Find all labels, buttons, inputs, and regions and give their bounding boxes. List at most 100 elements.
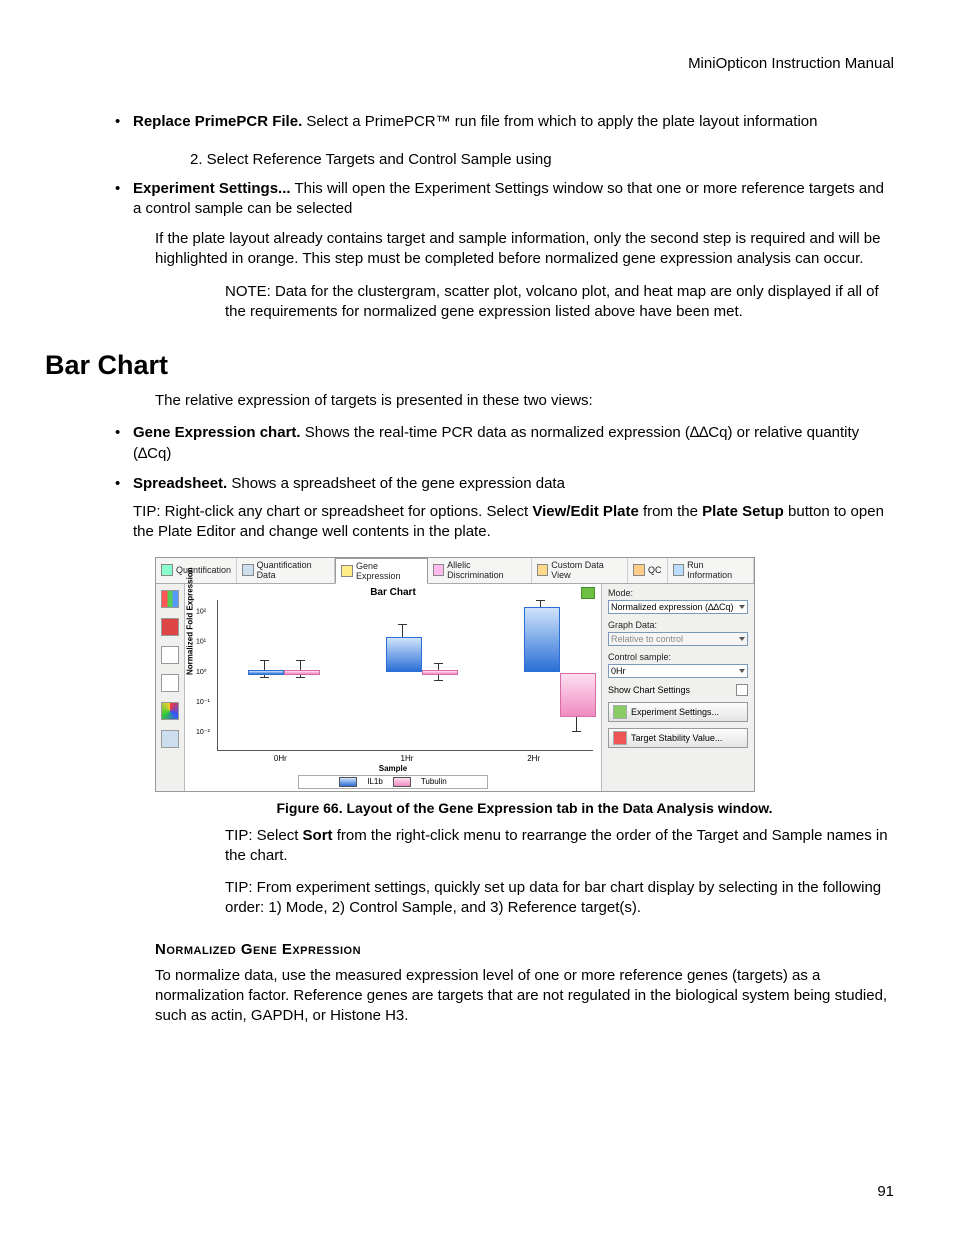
control-sample-select[interactable]: 0Hr — [608, 664, 748, 678]
bar-il1b-1hr — [386, 637, 422, 672]
tabstrip: Quantification Quantification Data Gene … — [156, 558, 754, 584]
gear-icon — [613, 705, 627, 719]
tab-quantification-label: Quantification — [176, 565, 231, 575]
header-manual-title: MiniOpticon Instruction Manual — [115, 55, 894, 72]
bullet-spreadsheet: Spreadsheet. Shows a spreadsheet of the … — [115, 474, 894, 543]
scatter-tool-icon[interactable] — [161, 646, 179, 664]
xtick: 0Hr — [274, 754, 287, 763]
chart-legend: IL1b Tubulin — [298, 775, 488, 789]
chart-area: Bar Chart Normalized Fold Expression 10²… — [184, 584, 602, 791]
side-panel: Mode: Normalized expression (∆∆Cq) Graph… — [602, 584, 754, 791]
tip-experiment-settings-order: TIP: From experiment settings, quickly s… — [225, 878, 894, 919]
tab-qc[interactable]: QC — [628, 558, 668, 583]
tip2b: Sort — [303, 827, 333, 844]
experiment-settings-button[interactable]: Experiment Settings... — [608, 702, 748, 722]
show-chart-settings-label: Show Chart Settings — [608, 685, 690, 695]
graph-data-label: Graph Data: — [608, 620, 748, 630]
tab-allelic-discrimination[interactable]: Allelic Discrimination — [428, 558, 532, 583]
error-bar — [264, 660, 265, 678]
data-analysis-window: Quantification Quantification Data Gene … — [155, 557, 755, 792]
bar-tubulin-1hr — [422, 670, 458, 675]
barchart-intro: The relative expression of targets is pr… — [155, 391, 894, 411]
ss-text: Shows a spreadsheet of the gene expressi… — [227, 475, 565, 492]
bullet-gene-expression-chart: Gene Expression chart. Shows the real-ti… — [115, 423, 894, 464]
control-sample-label: Control sample: — [608, 652, 748, 662]
tab-quantification-data[interactable]: Quantification Data — [237, 558, 335, 583]
exp-bold: Experiment Settings... — [133, 180, 291, 197]
ytick: 10⁻² — [196, 728, 210, 736]
chevron-down-icon — [739, 605, 745, 609]
tip1c: from the — [639, 503, 702, 520]
tab-allelic-discrimination-label: Allelic Discrimination — [447, 560, 526, 580]
target-icon — [613, 731, 627, 745]
heatmap-tool-icon[interactable] — [161, 702, 179, 720]
xtick: 1Hr — [401, 754, 414, 763]
tip1d: Plate Setup — [702, 503, 784, 520]
clustergram-tool-icon[interactable] — [161, 618, 179, 636]
chart-title: Bar Chart — [370, 587, 416, 598]
table-icon — [242, 564, 254, 576]
legend-swatch-blue — [339, 777, 357, 787]
custom-icon — [537, 564, 549, 576]
tab-run-information[interactable]: Run Information — [668, 558, 754, 583]
tab-custom-data-view-label: Custom Data View — [551, 560, 622, 580]
legend-il1b: IL1b — [367, 777, 383, 786]
mode-value: Normalized expression (∆∆Cq) — [611, 602, 734, 612]
bar-chart-plot[interactable]: Normalized Fold Expression 10² 10¹ 10⁰ 1… — [217, 600, 593, 751]
mode-label: Mode: — [608, 588, 748, 598]
bar-il1b-2hr — [524, 607, 560, 672]
replace-bold: Replace PrimePCR File. — [133, 113, 302, 130]
tab-quantification-data-label: Quantification Data — [257, 560, 330, 580]
legend-tubulin: Tubulin — [421, 777, 447, 786]
tip1a: TIP: Right-click any chart or spreadshee… — [133, 503, 532, 520]
control-sample-value: 0Hr — [611, 666, 626, 676]
tab-run-information-label: Run Information — [687, 560, 748, 580]
figure-caption: Figure 66. Layout of the Gene Expression… — [155, 800, 894, 816]
graph-data-select[interactable]: Relative to control — [608, 632, 748, 646]
mode-select[interactable]: Normalized expression (∆∆Cq) — [608, 600, 748, 614]
chevron-down-icon — [739, 669, 745, 673]
tab-gene-expression[interactable]: Gene Expression — [335, 558, 427, 584]
tip-sort: TIP: Select Sort from the right-click me… — [225, 826, 894, 867]
experiment-settings-label: Experiment Settings... — [631, 707, 719, 717]
scatter-icon — [433, 564, 445, 576]
gec-bold: Gene Expression chart. — [133, 424, 301, 441]
tab-custom-data-view[interactable]: Custom Data View — [532, 558, 628, 583]
chart-toolbar — [156, 584, 184, 791]
bullet-replace-primepcr: Replace PrimePCR File. Select a PrimePCR… — [115, 112, 894, 132]
y-axis-label: Normalized Fold Expression — [186, 567, 195, 675]
heading-bar-chart: Bar Chart — [45, 350, 894, 381]
ytick: 10¹ — [196, 638, 206, 645]
subhead-normalized: Normalized Gene Expression — [155, 941, 894, 958]
page-number: 91 — [877, 1183, 894, 1200]
tab-gene-expression-label: Gene Expression — [356, 561, 422, 581]
ytick: 10⁰ — [196, 668, 207, 676]
bar-tubulin-0hr — [284, 670, 320, 675]
x-axis-label: Sample — [189, 764, 597, 773]
show-chart-settings-checkbox[interactable] — [736, 684, 748, 696]
chart-icon — [161, 564, 173, 576]
info-icon — [673, 564, 685, 576]
target-stability-button[interactable]: Target Stability Value... — [608, 728, 748, 748]
note-clustergram: NOTE: Data for the clustergram, scatter … — [225, 282, 894, 323]
spreadsheet-tool-icon[interactable] — [161, 730, 179, 748]
replace-text: Select a PrimePCR™ run file from which t… — [302, 113, 817, 130]
error-bar — [300, 660, 301, 678]
xtick: 2Hr — [527, 754, 540, 763]
bar-tubulin-2hr — [560, 673, 596, 717]
tab-quantification[interactable]: Quantification — [156, 558, 237, 583]
graph-data-value: Relative to control — [611, 634, 683, 644]
para-plate-layout: If the plate layout already contains tar… — [155, 229, 894, 270]
chart-legend-toggle-icon[interactable] — [581, 587, 595, 599]
barchart-tool-icon[interactable] — [161, 590, 179, 608]
ytick: 10⁻¹ — [196, 698, 210, 706]
normalized-paragraph: To normalize data, use the measured expr… — [155, 966, 894, 1027]
barchart-icon — [341, 565, 353, 577]
qc-icon — [633, 564, 645, 576]
target-stability-label: Target Stability Value... — [631, 733, 722, 743]
bullet-experiment-settings: Experiment Settings... This will open th… — [115, 179, 894, 220]
ss-bold: Spreadsheet. — [133, 475, 227, 492]
tip2a: TIP: Select — [225, 827, 303, 844]
chevron-down-icon — [739, 637, 745, 641]
volcano-tool-icon[interactable] — [161, 674, 179, 692]
